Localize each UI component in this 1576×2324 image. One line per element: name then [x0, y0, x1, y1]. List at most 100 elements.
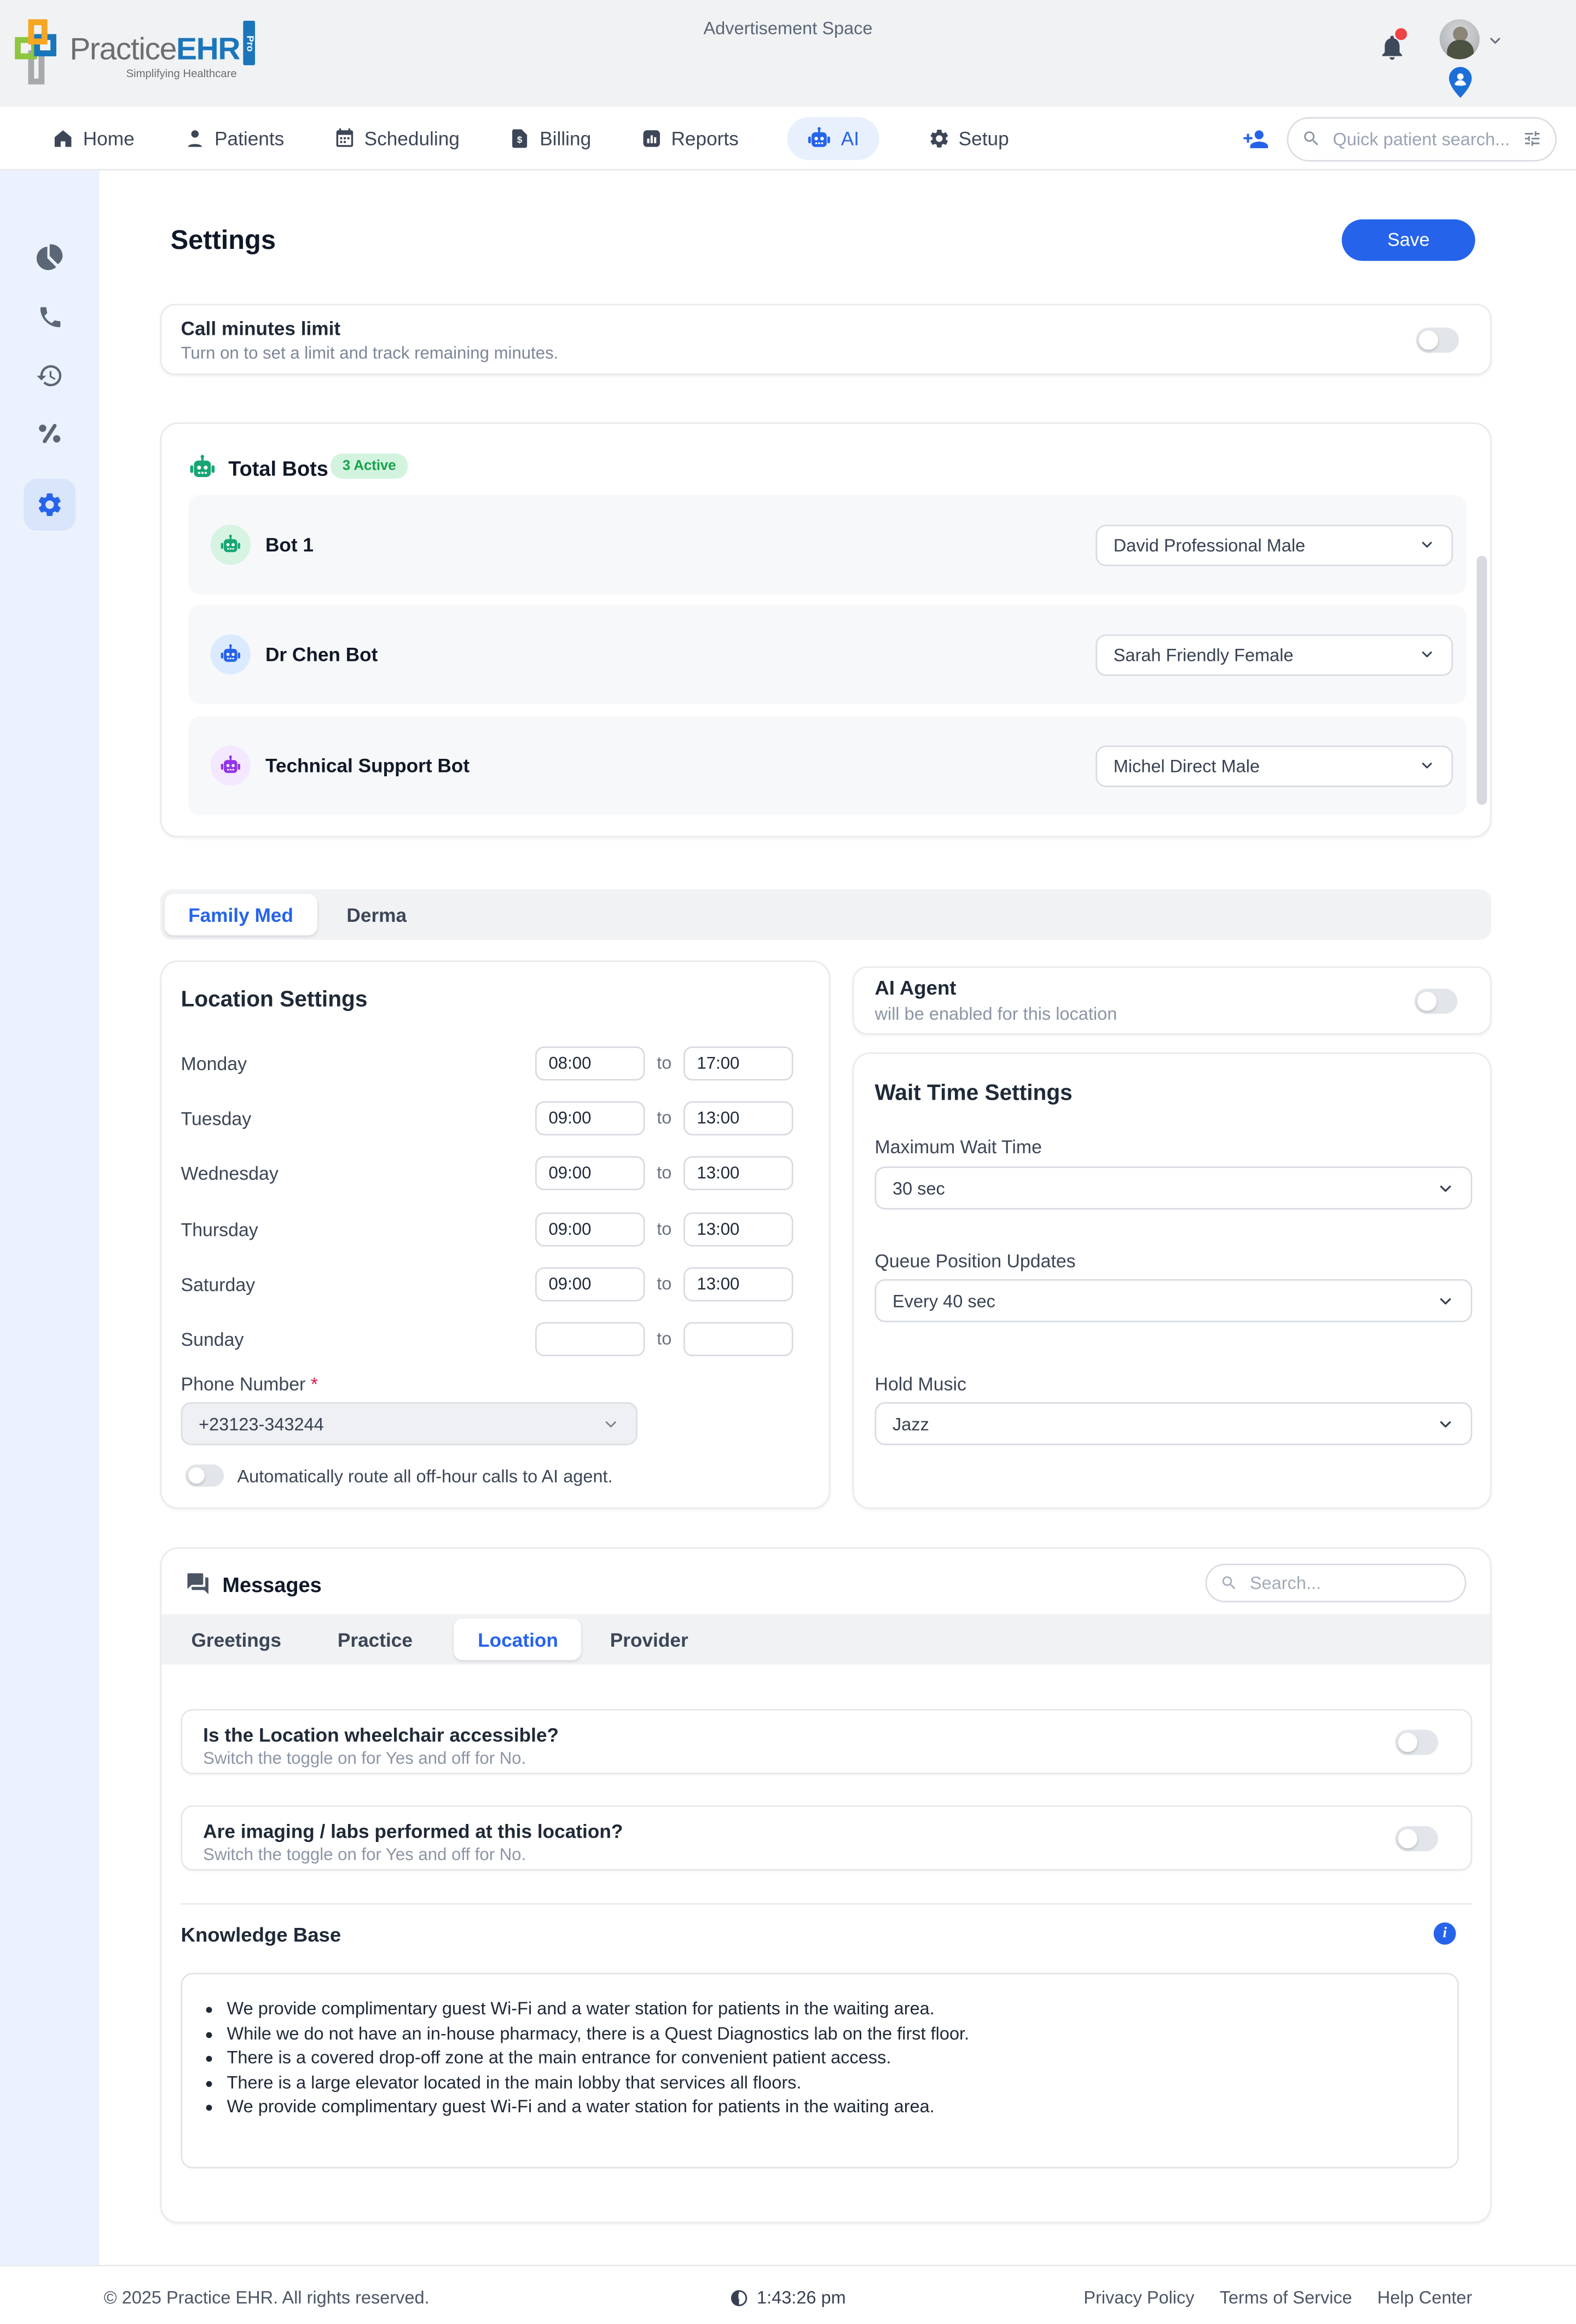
phone-number-select[interactable]: +23123-343244	[181, 1402, 638, 1445]
messages-icon	[186, 1571, 211, 1596]
knowledge-base-title: Knowledge Base	[181, 1924, 341, 1947]
imaging-labs-question: Are imaging / labs performed at this loc…	[203, 1820, 623, 1843]
svg-text:$: $	[517, 135, 523, 145]
nav-item-ai[interactable]: AI	[787, 117, 878, 160]
nav-item-billing[interactable]: $ Billing	[508, 127, 591, 150]
chevron-down-icon	[1436, 1292, 1455, 1310]
nav-item-reports[interactable]: Reports	[640, 127, 739, 150]
help-center-link[interactable]: Help Center	[1377, 2287, 1472, 2308]
settings-gear-icon	[36, 491, 63, 519]
call-minutes-limit-toggle[interactable]	[1416, 328, 1459, 353]
monday-end-input[interactable]	[683, 1047, 793, 1080]
notifications-bell-button[interactable]	[1377, 33, 1407, 62]
thursday-end-input[interactable]	[683, 1212, 793, 1246]
wheelchair-accessible-hint: Switch the toggle on for Yes and off for…	[203, 1751, 526, 1769]
nav-item-scheduling[interactable]: Scheduling	[333, 127, 460, 150]
save-button[interactable]: Save	[1342, 219, 1475, 261]
day-label: Sunday	[181, 1329, 244, 1350]
queue-updates-label: Queue Position Updates	[874, 1251, 1075, 1272]
wheelchair-accessible-toggle[interactable]	[1395, 1730, 1438, 1755]
tab-provider[interactable]: Provider	[595, 1628, 703, 1651]
day-label: Tuesday	[181, 1109, 252, 1130]
max-wait-select[interactable]: 30 sec	[874, 1166, 1472, 1210]
bot-avatar	[211, 635, 251, 675]
page-title: Settings	[171, 225, 276, 257]
terms-of-service-link[interactable]: Terms of Service	[1220, 2287, 1352, 2308]
knowledge-base-item: There is a large elevator located in the…	[227, 2071, 1458, 2092]
bots-scrollbar[interactable]	[1476, 556, 1486, 805]
nav-item-setup[interactable]: Setup	[928, 127, 1009, 150]
monday-start-input[interactable]	[535, 1047, 645, 1080]
ai-agent-card: AI Agent will be enabled for this locati…	[853, 966, 1492, 1035]
sunday-start-input[interactable]	[535, 1322, 645, 1356]
sidebar-item-settings[interactable]	[24, 479, 76, 531]
sunday-end-input[interactable]	[683, 1322, 793, 1356]
imaging-labs-toggle[interactable]	[1395, 1826, 1438, 1851]
ai-agent-toggle[interactable]	[1415, 989, 1458, 1014]
main-navbar: Home Patients Scheduling $ Billing Repor…	[0, 107, 1576, 171]
integrations-icon	[36, 420, 63, 448]
app-viewport: PracticeEHR Pro Simplifying Healthcare A…	[0, 0, 1576, 2324]
top-header: PracticeEHR Pro Simplifying Healthcare A…	[0, 0, 1576, 107]
tab-derma[interactable]: Derma	[332, 903, 421, 926]
messages-card: Messages Greetings Practice Location Pro…	[160, 1548, 1492, 2223]
location-settings-title: Location Settings	[181, 987, 368, 1012]
day-label: Monday	[181, 1054, 247, 1074]
info-icon[interactable]: i	[1434, 1922, 1456, 1945]
call-minutes-limit-title: Call minutes limit	[181, 317, 341, 340]
robot-icon	[807, 126, 832, 151]
filter-sliders-icon[interactable]	[1522, 129, 1542, 148]
location-pin-icon[interactable]	[1446, 65, 1475, 101]
wednesday-start-input[interactable]	[535, 1156, 645, 1190]
bot-voice-select[interactable]: Sarah Friendly Female	[1096, 634, 1453, 675]
wednesday-end-input[interactable]	[683, 1156, 793, 1190]
ai-agent-title: AI Agent	[874, 977, 956, 999]
robot-icon	[188, 454, 216, 481]
user-avatar-menu[interactable]	[1440, 19, 1480, 59]
logo-tagline: Simplifying Healthcare	[69, 67, 254, 80]
tab-greetings[interactable]: Greetings	[176, 1628, 296, 1651]
nav-item-patients[interactable]: Patients	[183, 127, 284, 150]
robot-icon	[219, 533, 242, 556]
add-patient-button[interactable]	[1242, 125, 1269, 152]
hold-music-select[interactable]: Jazz	[874, 1402, 1472, 1445]
messages-title: Messages	[222, 1573, 321, 1596]
bot-avatar	[211, 525, 251, 565]
messages-search-input[interactable]	[1247, 1571, 1452, 1595]
tuesday-start-input[interactable]	[535, 1101, 645, 1135]
sidebar-item-history[interactable]	[24, 350, 76, 402]
phone-number-label: Phone Number *	[181, 1374, 318, 1395]
main-content: Settings Save Call minutes limit Turn on…	[100, 171, 1576, 2265]
total-bots-card: Total Bots 3 Active Bot 1 David Professi…	[160, 422, 1492, 838]
sidebar-item-analytics[interactable]	[24, 231, 76, 283]
location-settings-card: Location Settings Monday to Tuesday to W…	[160, 961, 831, 1509]
footer-time: 1:43:26 pm	[757, 2287, 846, 2308]
tab-practice[interactable]: Practice	[323, 1628, 427, 1651]
knowledge-base-box[interactable]: We provide complimentary guest Wi-Fi and…	[181, 1973, 1459, 2169]
thursday-start-input[interactable]	[535, 1212, 645, 1246]
quick-patient-search[interactable]	[1287, 117, 1557, 161]
tab-family-med[interactable]: Family Med	[165, 894, 317, 936]
saturday-start-input[interactable]	[535, 1267, 645, 1301]
bot-voice-select[interactable]: David Professional Male	[1096, 524, 1453, 566]
tab-location[interactable]: Location	[454, 1619, 582, 1660]
tuesday-end-input[interactable]	[683, 1101, 793, 1135]
chevron-down-icon	[602, 1415, 620, 1433]
imaging-labs-card: Are imaging / labs performed at this loc…	[181, 1805, 1473, 1870]
calendar-icon	[333, 127, 356, 150]
bot-voice-select[interactable]: Michel Direct Male	[1096, 745, 1453, 786]
divider	[181, 1903, 1473, 1905]
ai-agent-subtitle: will be enabled for this location	[874, 1003, 1117, 1024]
quick-patient-search-input[interactable]	[1330, 127, 1514, 150]
route-offhour-calls-toggle[interactable]	[186, 1465, 224, 1487]
sidebar-item-integrations[interactable]	[24, 408, 76, 460]
queue-updates-select[interactable]: Every 40 sec	[874, 1279, 1472, 1322]
chevron-down-icon[interactable]	[1487, 33, 1503, 49]
sidebar-item-calls[interactable]	[24, 290, 76, 342]
messages-search[interactable]	[1206, 1564, 1467, 1602]
notification-dot	[1395, 28, 1407, 40]
privacy-policy-link[interactable]: Privacy Policy	[1084, 2287, 1194, 2308]
saturday-end-input[interactable]	[683, 1267, 793, 1301]
chevron-down-icon	[1419, 646, 1435, 663]
nav-item-home[interactable]: Home	[52, 127, 135, 150]
